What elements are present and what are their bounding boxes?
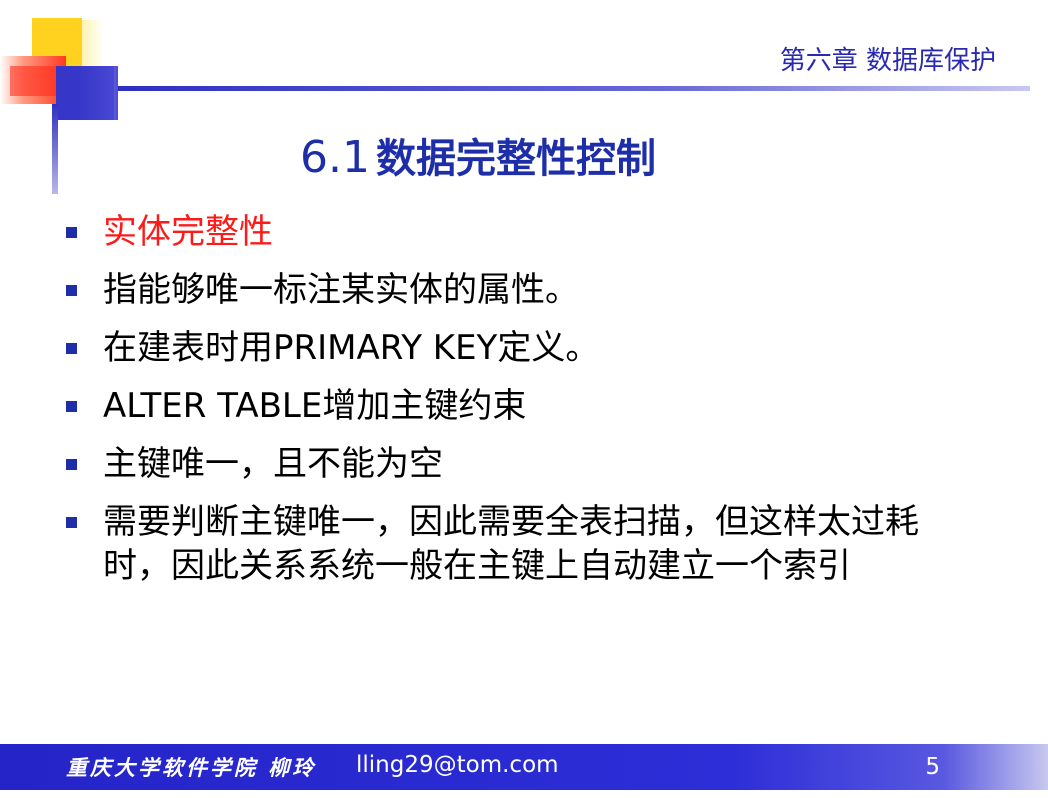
square-bullet-icon — [66, 401, 77, 412]
square-bullet-icon — [66, 517, 77, 528]
bullet-item: 主键唯一，且不能为空 — [66, 442, 986, 486]
bullet-text: ALTER TABLE增加主键约束 — [103, 386, 527, 426]
footer-school-author: 重庆大学软件学院 柳玲 — [66, 755, 317, 780]
square-bullet-icon — [66, 343, 77, 354]
chapter-title: 第六章 数据库保护 — [779, 46, 996, 76]
footer-email: lling29@tom.com — [356, 752, 559, 778]
decor-vertical-line — [52, 104, 58, 194]
bullet-item: ALTER TABLE增加主键约束 — [66, 384, 986, 428]
square-bullet-icon — [66, 459, 77, 470]
decor-blue-gradient — [78, 66, 118, 120]
bullet-item: 实体完整性 — [66, 210, 986, 254]
bullet-list: 实体完整性 指能够唯一标注某实体的属性。 在建表时用PRIMARY KEY定义。… — [66, 210, 986, 602]
bullet-text: 实体完整性 — [103, 212, 273, 252]
square-bullet-icon — [66, 227, 77, 238]
square-bullet-icon — [66, 285, 77, 296]
page-number: 5 — [925, 754, 940, 780]
header-rule — [118, 86, 1030, 91]
bullet-text: 主键唯一，且不能为空 — [103, 444, 443, 484]
bullet-text: 在建表时用PRIMARY KEY定义。 — [103, 328, 600, 368]
section-title-text: 数据完整性控制 — [375, 136, 656, 182]
bullet-item: 在建表时用PRIMARY KEY定义。 — [66, 326, 986, 370]
footer-bar: 重庆大学软件学院 柳玲 lling29@tom.com 5 — [0, 744, 1048, 790]
section-number: 6.1 — [300, 132, 370, 183]
bullet-item: 需要判断主键唯一，因此需要全表扫描，但这样太过耗时，因此关系系统一般在主键上自动… — [66, 500, 986, 588]
bullet-text: 需要判断主键唯一，因此需要全表扫描，但这样太过耗时，因此关系系统一般在主键上自动… — [103, 502, 919, 586]
bullet-text: 指能够唯一标注某实体的属性。 — [103, 270, 579, 310]
bullet-item: 指能够唯一标注某实体的属性。 — [66, 268, 986, 312]
slide-title: 6.1 数据完整性控制 — [300, 126, 656, 184]
